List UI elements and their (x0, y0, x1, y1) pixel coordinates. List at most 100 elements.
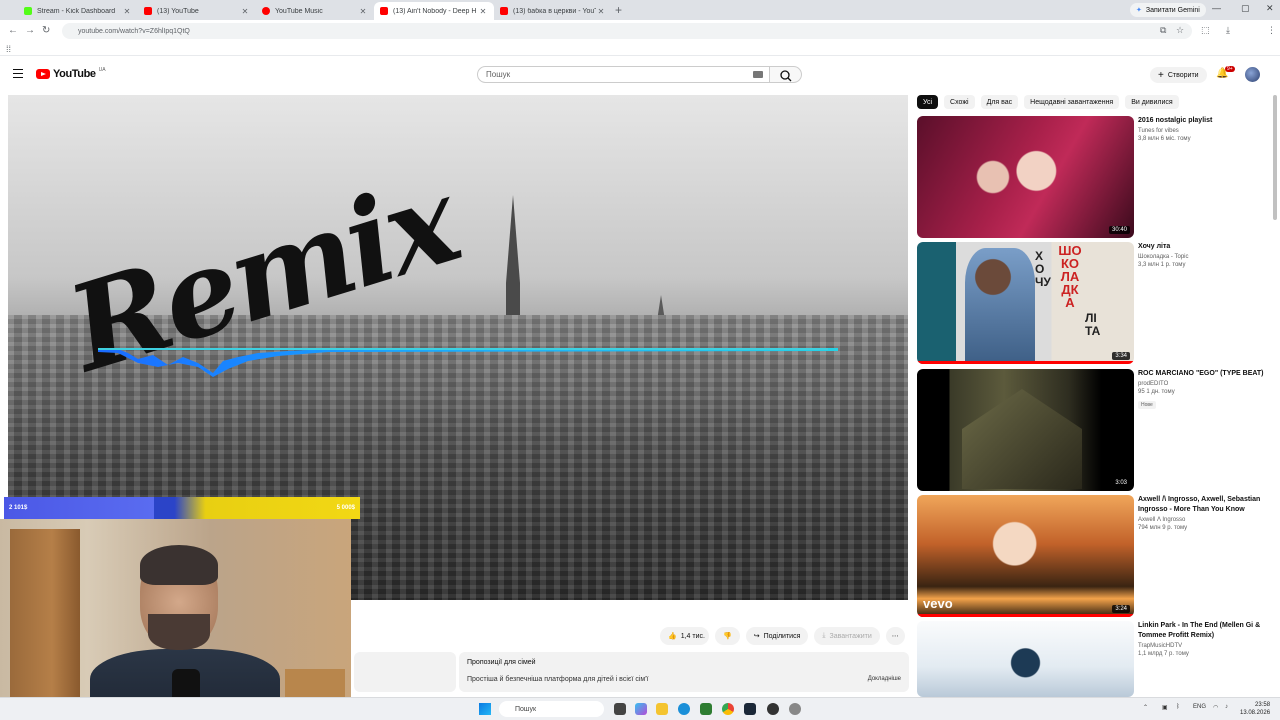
close-icon[interactable]: ✕ (478, 7, 488, 16)
minimize-icon[interactable]: — (1212, 3, 1221, 13)
channel-name[interactable]: Tunes for vibes (1138, 128, 1273, 134)
video-thumbnail[interactable]: 3:03 (917, 369, 1134, 491)
file-explorer-icon[interactable] (656, 703, 668, 715)
more-actions-button[interactable]: ⋯ (885, 627, 905, 645)
like-button[interactable]: 👍 1,4 тис. (660, 627, 709, 645)
list-item[interactable]: 3:03 ROC MARCIANO "EGO" (TYPE BEAT) prod… (917, 369, 1277, 491)
share-button[interactable]: ↪ Поділитися (745, 627, 809, 645)
video-thumbnail[interactable]: 30:40 (917, 116, 1134, 238)
video-title[interactable]: Linkin Park - In The End (Mellen Gi & To… (1138, 621, 1273, 641)
video-thumbnail[interactable] (917, 621, 1134, 697)
video-title[interactable]: ROC MARCIANO "EGO" (TYPE BEAT) (1138, 369, 1273, 379)
search-button[interactable] (770, 66, 802, 83)
duration-badge: 3:34 (1112, 352, 1130, 360)
taskbar-clock[interactable]: 23:58 13.08.2026 (1240, 701, 1270, 717)
video-title[interactable]: Axwell /\ Ingrosso, Axwell, Sebastian In… (1138, 495, 1273, 515)
maximize-icon[interactable]: ▢ (1241, 3, 1250, 14)
download-button[interactable]: ⤓ Завантажити (814, 627, 880, 645)
scrollbar-thumb[interactable] (1273, 95, 1277, 220)
taskbar-search[interactable]: Пошук (499, 701, 604, 717)
taskbar-search-placeholder: Пошук (515, 705, 537, 713)
chip-all[interactable]: Усі (917, 95, 939, 109)
apps-icon[interactable]: ⁞⁞ (6, 44, 11, 54)
channel-name[interactable]: prodEDITO (1138, 381, 1273, 387)
chrome-icon[interactable] (722, 703, 734, 715)
back-icon[interactable]: ← (8, 25, 18, 36)
settings-icon[interactable] (789, 703, 801, 715)
browser-tab-active[interactable]: (13) Ain't Nobody - Deep H ✕ (374, 2, 494, 20)
video-thumbnail[interactable]: vevo 3:24 (917, 495, 1134, 617)
youtube-music-favicon-icon (262, 7, 270, 15)
create-button[interactable]: + Створити (1150, 67, 1207, 83)
youtube-favicon-icon (380, 7, 388, 15)
new-tab-button[interactable]: + (615, 3, 622, 17)
menu-kebab-icon[interactable]: ⋮ (1267, 25, 1276, 36)
close-icon[interactable]: ✕ (122, 7, 132, 16)
chip-for-you[interactable]: Для вас (980, 95, 1019, 109)
forward-icon[interactable]: → (25, 25, 35, 36)
tray-app-icon[interactable]: ▣ (1162, 704, 1168, 711)
edge-icon[interactable] (678, 703, 690, 715)
list-item[interactable]: vevo 3:24 Axwell /\ Ingrosso, Axwell, Se… (917, 495, 1277, 617)
chip-related[interactable]: Схожі (944, 95, 975, 109)
language-indicator[interactable]: ENG (1193, 704, 1206, 710)
tray-chevron-icon[interactable]: ⌃ (1143, 704, 1148, 711)
kick-favicon-icon (24, 7, 32, 15)
tab-title: (13) YouTube (157, 7, 199, 15)
browser-tab-kick[interactable]: Stream - Kick Dashboard ✕ (18, 2, 138, 20)
address-bar[interactable]: youtube.com/watch?v=Z6hlIpq1QtQ (62, 23, 1192, 39)
list-item[interactable]: ШОКОЛАДКА ХОЧУ ЛІТА 3:34 Хочу літа Шокол… (917, 242, 1277, 364)
reload-icon[interactable]: ↻ (42, 25, 50, 36)
promo-text: Простіша й безпечніша платформа для діте… (467, 676, 649, 683)
browser-tab-youtube-music[interactable]: YouTube Music ✕ (256, 2, 374, 20)
wifi-icon[interactable]: ◠ (1213, 704, 1218, 711)
channel-name[interactable]: Шоколадка - Topic (1138, 254, 1273, 260)
windows-start-icon[interactable] (479, 703, 491, 715)
close-window-icon[interactable]: ✕ (1266, 3, 1274, 14)
task-view-icon[interactable] (614, 703, 626, 715)
app-icon[interactable] (767, 703, 779, 715)
browser-tab-youtube[interactable]: (13) YouTube ✕ (138, 2, 256, 20)
install-icon[interactable]: ⧉ (1160, 25, 1166, 36)
downloads-icon[interactable]: ⤓ (1226, 25, 1230, 36)
avatar[interactable] (1245, 67, 1260, 82)
hamburger-menu-icon[interactable] (13, 69, 23, 79)
tray-bluetooth-icon[interactable]: ᛒ (1176, 704, 1180, 710)
description-box[interactable] (354, 652, 456, 692)
video-thumbnail[interactable]: ШОКОЛАДКА ХОЧУ ЛІТА 3:34 (917, 242, 1134, 364)
close-icon[interactable]: ✕ (358, 7, 368, 16)
video-title[interactable]: Хочу літа (1138, 242, 1273, 252)
chip-recently-uploaded[interactable]: Нещодавні завантаження (1024, 95, 1120, 109)
volume-icon[interactable]: ♪ (1225, 704, 1228, 710)
ask-gemini-button[interactable]: ✦ Запитати Gemini (1130, 3, 1206, 17)
bookmark-star-icon[interactable]: ☆ (1176, 25, 1184, 36)
goal-target: 5 000$ (336, 505, 355, 511)
video-title[interactable]: 2016 nostalgic playlist (1138, 116, 1273, 126)
tab-title: Stream - Kick Dashboard (37, 7, 116, 15)
tab-title: YouTube Music (275, 7, 323, 15)
close-icon[interactable]: ✕ (596, 7, 606, 16)
steam-icon[interactable] (744, 703, 756, 715)
family-promo-box[interactable]: Пропозиції для сімей Простіша й безпечні… (459, 652, 909, 692)
donation-goal-bar: 2 101$ 5 000$ (4, 497, 360, 519)
keyboard-icon[interactable] (753, 71, 763, 78)
chip-watched[interactable]: Ви дивилися (1125, 95, 1179, 109)
learn-more-link[interactable]: Докладніше (868, 676, 901, 682)
browser-tab-youtube-2[interactable]: (13) бабка в церкви - YouTube ✕ (494, 2, 612, 20)
dislike-button[interactable]: 👎 (714, 627, 740, 645)
list-item[interactable]: Linkin Park - In The End (Mellen Gi & To… (917, 621, 1277, 697)
vevo-logo: vevo (923, 596, 953, 611)
youtube-logo[interactable]: YouTube UA (36, 67, 106, 80)
goal-current: 2 101$ (9, 505, 28, 511)
search-input[interactable]: Пошук (477, 66, 770, 83)
copilot-icon[interactable] (635, 703, 647, 715)
create-label: Створити (1167, 71, 1199, 79)
download-label: Завантажити (829, 632, 872, 640)
list-item[interactable]: 30:40 2016 nostalgic playlist Tunes for … (917, 116, 1277, 238)
extensions-icon[interactable]: ⬚ (1201, 25, 1210, 36)
video-stats: 3,3 млн 1 р. тому (1138, 262, 1186, 268)
channel-name[interactable]: TrapMusicHDTV (1138, 643, 1273, 649)
close-icon[interactable]: ✕ (240, 7, 250, 16)
store-icon[interactable] (700, 703, 712, 715)
channel-name[interactable]: Axwell Λ Ingrosso (1138, 517, 1273, 523)
